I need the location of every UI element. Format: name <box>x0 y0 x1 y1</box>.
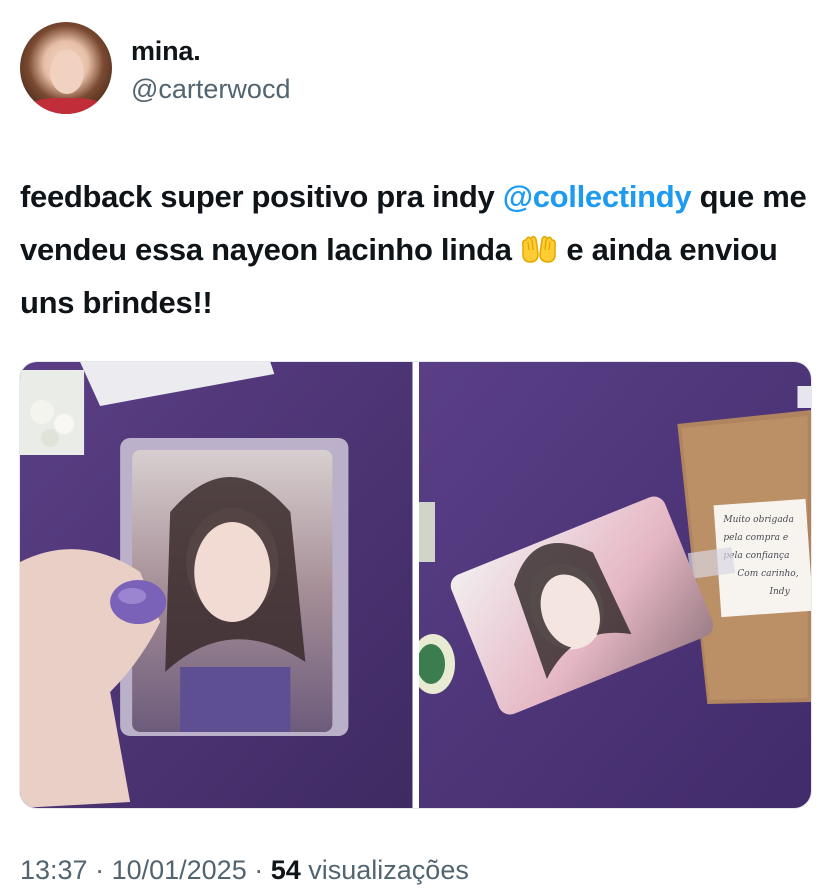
avatar-shirt <box>28 98 104 114</box>
avatar[interactable] <box>20 22 112 114</box>
views-label: visualizações <box>300 855 469 885</box>
note-line-1: Muito obrigada <box>722 515 793 525</box>
tweet-date[interactable]: 10/01/2025 <box>112 855 247 885</box>
media-grid: Muito obrigada pela compra e pela confia… <box>19 361 812 809</box>
note-line-4: Com carinho, <box>737 569 798 579</box>
display-name[interactable]: mina. <box>131 36 201 67</box>
tweet-text-part1: feedback super positivo pra indy <box>20 179 503 214</box>
tweet-text: feedback super positivo pra indy @collec… <box>20 170 810 329</box>
note-line-3: pela confiança <box>723 551 789 561</box>
avatar-face <box>50 50 84 94</box>
tweet-time[interactable]: 13:37 <box>20 855 88 885</box>
note-line-5: Indy <box>768 587 790 597</box>
handle[interactable]: @carterwocd <box>131 74 290 105</box>
palms-up-together-icon <box>520 229 558 263</box>
photocard-in-sleeve-photo[interactable] <box>20 362 413 808</box>
note-line-2: pela compra e <box>723 533 788 543</box>
mention-link[interactable]: @collectindy <box>503 179 692 214</box>
tweet-meta: 13:37 · 10/01/2025 · 54 visualizações <box>20 855 469 886</box>
views-count: 54 <box>270 855 301 885</box>
meta-separator: · <box>246 855 271 885</box>
photocard-and-envelope-photo[interactable]: Muito obrigada pela compra e pela confia… <box>418 362 811 808</box>
meta-separator: · <box>87 855 112 885</box>
